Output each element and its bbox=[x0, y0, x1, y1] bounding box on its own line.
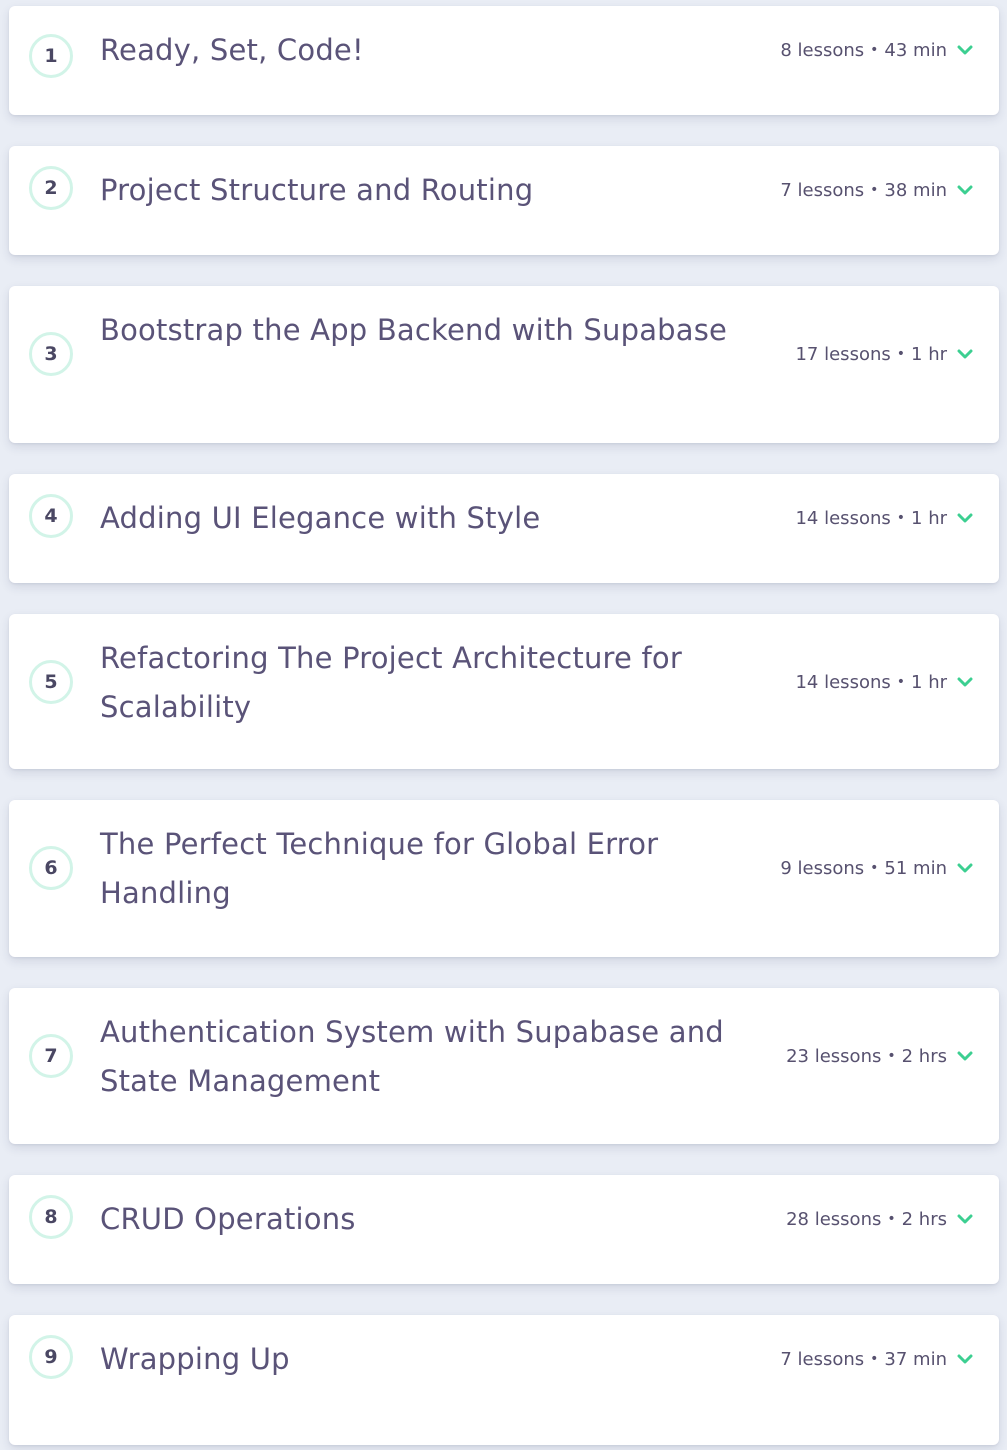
section-title: The Perfect Technique for Global Error H… bbox=[100, 827, 659, 910]
meta-separator: • bbox=[870, 182, 879, 198]
section-meta: 8 lessons • 43 min bbox=[780, 38, 973, 62]
section-duration: 1 hr bbox=[911, 343, 947, 365]
section-number-badge: 7 bbox=[29, 1034, 73, 1078]
section-meta: 14 lessons • 1 hr bbox=[795, 670, 973, 694]
section-card-8[interactable]: 8 CRUD Operations 28 lessons • 2 hrs bbox=[9, 1175, 999, 1284]
section-number-badge: 8 bbox=[29, 1195, 73, 1239]
meta-separator: • bbox=[887, 1048, 896, 1064]
section-card-5[interactable]: 5 Refactoring The Project Architecture f… bbox=[9, 614, 999, 769]
section-duration: 2 hrs bbox=[901, 1208, 947, 1230]
meta-separator: • bbox=[887, 1211, 896, 1227]
section-title: CRUD Operations bbox=[100, 1202, 356, 1236]
section-number-badge: 9 bbox=[29, 1335, 73, 1379]
section-card-4[interactable]: 4 Adding UI Elegance with Style 14 lesso… bbox=[9, 474, 999, 583]
section-title: Bootstrap the App Backend with Supabase bbox=[100, 313, 728, 347]
section-meta: 7 lessons • 38 min bbox=[780, 178, 973, 202]
chevron-down-icon[interactable] bbox=[957, 510, 973, 526]
section-title: Authentication System with Supabase and … bbox=[100, 1015, 724, 1098]
section-duration: 2 hrs bbox=[901, 1045, 947, 1067]
section-card-1[interactable]: 1 Ready, Set, Code! 8 lessons • 43 min bbox=[9, 6, 999, 115]
section-number-badge: 4 bbox=[29, 494, 73, 538]
meta-separator: • bbox=[896, 346, 906, 362]
section-duration: 37 min bbox=[884, 1348, 947, 1370]
chevron-down-icon[interactable] bbox=[957, 1351, 973, 1367]
meta-separator: • bbox=[870, 1351, 879, 1367]
section-duration: 51 min bbox=[884, 857, 947, 879]
section-number-badge: 2 bbox=[29, 166, 73, 210]
lesson-count: 8 lessons bbox=[780, 39, 865, 61]
section-meta: 17 lessons • 1 hr bbox=[795, 342, 973, 366]
section-meta: 7 lessons • 37 min bbox=[780, 1347, 973, 1371]
lesson-count: 17 lessons bbox=[795, 343, 891, 365]
section-card-2[interactable]: 2 Project Structure and Routing 7 lesson… bbox=[9, 146, 999, 255]
lesson-count: 7 lessons bbox=[780, 1348, 865, 1370]
chevron-down-icon[interactable] bbox=[957, 182, 973, 198]
chevron-down-icon[interactable] bbox=[957, 1048, 973, 1064]
section-card-3[interactable]: 3 Bootstrap the App Backend with Supabas… bbox=[9, 286, 999, 443]
lesson-count: 9 lessons bbox=[780, 857, 865, 879]
section-duration: 38 min bbox=[884, 179, 947, 201]
chevron-down-icon[interactable] bbox=[957, 42, 973, 58]
lesson-count: 28 lessons bbox=[786, 1208, 882, 1230]
chevron-down-icon[interactable] bbox=[957, 860, 973, 876]
section-number-badge: 5 bbox=[29, 660, 73, 704]
lesson-count: 14 lessons bbox=[795, 671, 891, 693]
section-title: Project Structure and Routing bbox=[100, 173, 534, 207]
section-number-badge: 6 bbox=[29, 846, 73, 890]
section-card-7[interactable]: 7 Authentication System with Supabase an… bbox=[9, 988, 999, 1144]
meta-separator: • bbox=[896, 674, 906, 690]
chevron-down-icon[interactable] bbox=[957, 674, 973, 690]
meta-separator: • bbox=[870, 42, 879, 58]
section-duration: 43 min bbox=[884, 39, 947, 61]
section-meta: 23 lessons • 2 hrs bbox=[786, 1044, 973, 1068]
course-curriculum-list: 1 Ready, Set, Code! 8 lessons • 43 min 2… bbox=[0, 0, 1007, 1450]
section-duration: 1 hr bbox=[911, 671, 947, 693]
meta-separator: • bbox=[896, 510, 906, 526]
section-title: Refactoring The Project Architecture for… bbox=[100, 641, 682, 724]
lesson-count: 14 lessons bbox=[795, 507, 891, 529]
chevron-down-icon[interactable] bbox=[957, 1211, 973, 1227]
section-meta: 9 lessons • 51 min bbox=[780, 856, 973, 880]
lesson-count: 7 lessons bbox=[780, 179, 865, 201]
section-meta: 28 lessons • 2 hrs bbox=[786, 1207, 973, 1231]
section-title: Wrapping Up bbox=[100, 1342, 290, 1376]
section-number-badge: 3 bbox=[29, 332, 73, 376]
section-number-badge: 1 bbox=[29, 34, 73, 78]
section-card-9[interactable]: 9 Wrapping Up 7 lessons • 37 min bbox=[9, 1315, 999, 1445]
chevron-down-icon[interactable] bbox=[957, 346, 973, 362]
section-card-6[interactable]: 6 The Perfect Technique for Global Error… bbox=[9, 800, 999, 957]
section-meta: 14 lessons • 1 hr bbox=[795, 506, 973, 530]
meta-separator: • bbox=[870, 860, 879, 876]
section-duration: 1 hr bbox=[911, 507, 947, 529]
section-title: Adding UI Elegance with Style bbox=[100, 501, 541, 535]
lesson-count: 23 lessons bbox=[786, 1045, 882, 1067]
section-title: Ready, Set, Code! bbox=[100, 33, 364, 67]
